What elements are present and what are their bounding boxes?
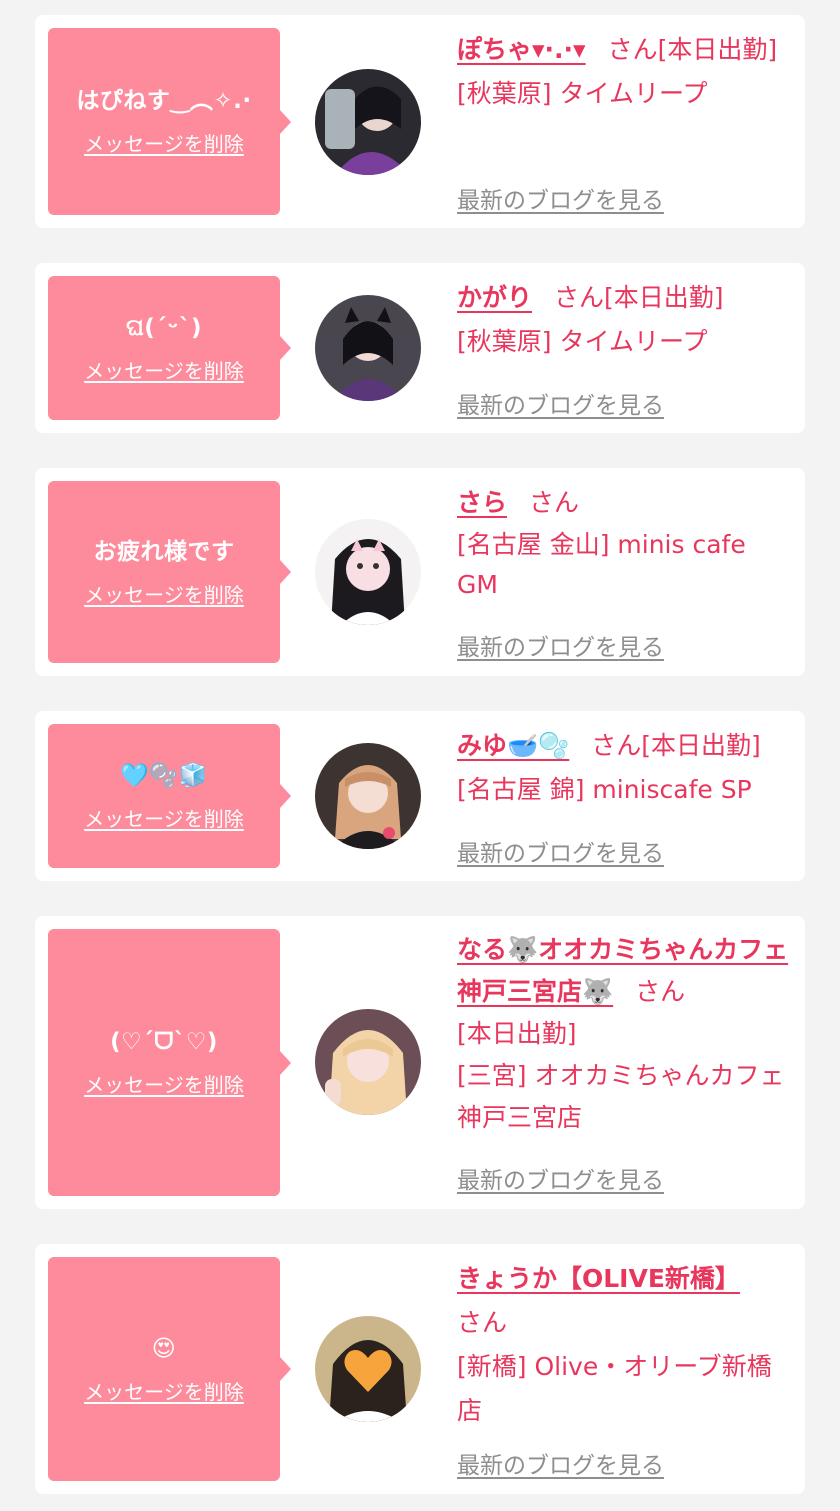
girl-info: かがり さん[本日出勤] [秋葉原] タイムリープ [457,276,792,364]
girl-info: みゆ🥣🫧 さん[本日出勤] [名古屋 錦] miniscafe SP [457,724,792,812]
avatar-photo-icon [315,519,421,625]
message-bubble: 😍 メッセージを削除 [48,1257,291,1481]
latest-blog-link[interactable]: 最新のブログを見る [457,834,664,868]
shop-location: [秋葉原] タイムリープ [457,327,708,356]
avatar-photo-icon [315,295,421,401]
avatar[interactable] [315,519,421,625]
message-card: 😍 メッセージを削除 きょうか【OLIVE新橋】 さん [新橋] Olive・オ… [35,1244,805,1494]
girl-name-link[interactable]: なる🐺オオカミちゃんカフェ神戸三宮店🐺 [457,935,788,1006]
latest-blog-link[interactable]: 最新のブログを見る [457,181,664,215]
delete-message-link[interactable]: メッセージを削除 [84,1069,244,1098]
message-text: お疲れ様です [93,538,235,565]
delete-message-link[interactable]: メッセージを削除 [84,355,244,384]
latest-blog-link[interactable]: 最新のブログを見る [457,628,664,662]
honorific: さん [607,35,658,64]
shop-location: [新橋] Olive・オリーブ新橋店 [457,1352,772,1425]
message-bubble: ଘ(ˊᵕˋ) メッセージを削除 [48,276,291,420]
shop-location: [名古屋 錦] miniscafe SP [457,775,752,804]
message-list: はぴねす‿︵✧.· メッセージを削除 ぽちゃ▾·.·▾ さん[本日出勤] [秋葉原… [0,0,840,1511]
message-card: 🩵🫧🧊 メッセージを削除 みゆ🥣🫧 さん[本日出勤] [名古屋 錦] minisc… [35,711,805,881]
shop-location: [名古屋 金山] minis cafe GM [457,530,746,599]
latest-blog-link[interactable]: 最新のブログを見る [457,1161,664,1195]
status-label: [本日出勤] [604,283,724,312]
girl-name-link[interactable]: みゆ🥣🫧 [457,731,569,760]
status-label: [本日出勤] [641,731,761,760]
message-card: (♡ˊᗜˋ♡) メッセージを削除 なる🐺オオカミちゃんカフェ神戸三宮店🐺 さん [… [35,916,805,1209]
message-text: 🩵🫧🧊 [120,762,208,789]
girl-info: なる🐺オオカミちゃんカフェ神戸三宮店🐺 さん [本日出勤] [三宮] オオカミちゃ… [457,929,792,1139]
avatar[interactable] [315,1316,421,1422]
avatar-photo-icon [315,1316,421,1422]
avatar[interactable] [315,295,421,401]
message-text: ଘ(ˊᵕˋ) [125,314,203,341]
avatar[interactable] [315,743,421,849]
honorific: さん [457,1308,508,1337]
girl-info: さら さん [名古屋 金山] minis cafe GM [457,481,792,607]
delete-message-link[interactable]: メッセージを削除 [84,803,244,832]
delete-message-link[interactable]: メッセージを削除 [84,579,244,608]
girl-info: ぽちゃ▾·.·▾ さん[本日出勤] [秋葉原] タイムリープ [457,28,792,116]
avatar[interactable] [315,69,421,175]
honorific: さん [554,283,605,312]
delete-message-link[interactable]: メッセージを削除 [84,1376,244,1405]
status-label: [本日出勤] [457,1019,577,1048]
avatar[interactable] [315,1009,421,1115]
girl-name-link[interactable]: ぽちゃ▾·.·▾ [457,35,586,64]
girl-name-link[interactable]: きょうか【OLIVE新橋】 [457,1264,740,1293]
message-text: (♡ˊᗜˋ♡) [110,1029,218,1055]
delete-message-link[interactable]: メッセージを削除 [84,128,244,157]
message-card: はぴねす‿︵✧.· メッセージを削除 ぽちゃ▾·.·▾ さん[本日出勤] [秋葉原… [35,15,805,228]
girl-name-link[interactable]: さら [457,488,507,517]
message-bubble: はぴねす‿︵✧.· メッセージを削除 [48,28,291,215]
avatar-photo-icon [315,1009,421,1115]
shop-location: [秋葉原] タイムリープ [457,79,708,108]
latest-blog-link[interactable]: 最新のブログを見る [457,386,664,420]
honorific: さん [635,977,686,1006]
message-text: はぴねす‿︵✧.· [76,88,252,114]
message-bubble: お疲れ様です メッセージを削除 [48,481,291,663]
honorific: さん [529,488,580,517]
shop-location: [三宮] オオカミちゃんカフェ神戸三宮店 [457,1061,785,1132]
message-bubble: 🩵🫧🧊 メッセージを削除 [48,724,291,868]
girl-info: きょうか【OLIVE新橋】 さん [新橋] Olive・オリーブ新橋店 [457,1257,792,1433]
avatar-photo-icon [315,743,421,849]
latest-blog-link[interactable]: 最新のブログを見る [457,1446,664,1480]
message-card: ଘ(ˊᵕˋ) メッセージを削除 かがり さん[本日出勤] [秋葉原] タイムリープ… [35,263,805,433]
message-bubble: (♡ˊᗜˋ♡) メッセージを削除 [48,929,291,1196]
status-label: [本日出勤] [657,35,778,64]
avatar-photo-icon [315,69,421,175]
girl-name-link[interactable]: かがり [457,283,532,312]
honorific: さん [591,731,642,760]
message-card: お疲れ様です メッセージを削除 さら さん [名古屋 金山] minis cafe… [35,468,805,676]
message-text: 😍 [151,1335,177,1362]
